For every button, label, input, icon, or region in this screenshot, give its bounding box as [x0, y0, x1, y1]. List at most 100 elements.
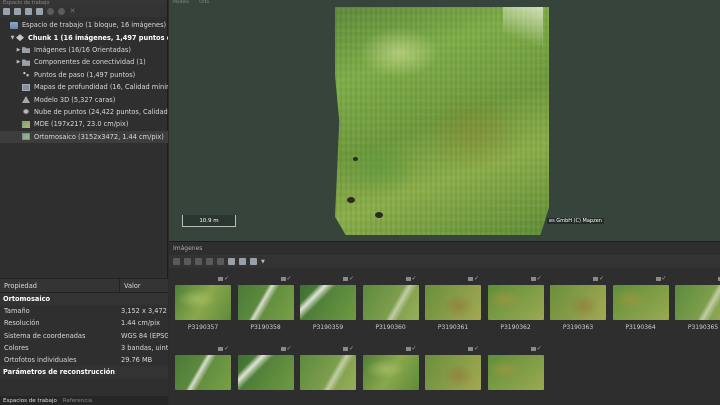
add-chunk-icon[interactable] [3, 8, 10, 15]
tree-item[interactable]: Nube de puntos (24,422 puntos, Calidad m… [0, 106, 168, 118]
aligned-check-icon [280, 275, 292, 283]
orthomosaic-icon [22, 133, 30, 141]
remove-icon[interactable]: ✕ [69, 8, 76, 15]
tree-item-label: Ortomosaico (3152x3472, 1.44 cm/pix) [34, 132, 164, 141]
aligned-check-icon [468, 345, 479, 353]
enable-camera-icon[interactable] [173, 258, 180, 265]
point-cloud-icon [22, 108, 30, 116]
rotate-left-icon[interactable] [195, 258, 202, 265]
property-row[interactable]: Ortofotos individuales 29.76 MB [0, 354, 168, 366]
thumbnail-image [237, 355, 294, 390]
tree-item-label: Modelo 3D (5,327 caras) [34, 95, 116, 104]
thumbnail-image [362, 285, 419, 320]
image-thumbnail[interactable]: P3190363 [550, 275, 606, 331]
tree-item-label: MDE (197x217, 23.0 cm/pix) [34, 120, 129, 129]
aligned-check-icon [655, 275, 667, 283]
enable-icon[interactable] [47, 8, 54, 15]
map-attribution: es GmbH (C) Mapzen [547, 218, 604, 224]
image-thumbnail[interactable]: P3190357 [175, 275, 231, 331]
property-row[interactable]: Tamaño 3,152 x 3,472 [0, 305, 168, 317]
folder-icon [22, 59, 30, 66]
property-row[interactable]: Colores 3 bandas, uint [0, 342, 168, 354]
tree-item[interactable]: MDE (197x217, 23.0 cm/pix) [0, 118, 168, 130]
filter-icon[interactable] [228, 258, 235, 265]
tree-item[interactable]: Espacio de trabajo (1 bloque, 16 imágene… [0, 19, 168, 31]
thumbnail-grid: P3190357 P3190358 P3190359 P3190360 P3190361… [169, 272, 720, 405]
image-thumbnail[interactable]: P3190359 [300, 275, 356, 331]
property-name: Tamaño [4, 307, 30, 316]
properties-section-reconstruction: Parámetros de reconstrucción [0, 366, 168, 379]
chevron-right-icon[interactable]: ▶ [15, 47, 22, 53]
tab-ortho[interactable]: Orto [199, 0, 209, 5]
thumbnail-image [425, 355, 481, 390]
aligned-check-icon [218, 345, 229, 353]
tree-item[interactable]: ▼ Chunk 1 (16 imágenes, 1,497 puntos de p… [0, 31, 168, 43]
thumbnail-image [425, 285, 481, 320]
ortho-viewport[interactable]: Modelo Orto 10.9 m es GmbH (C) Mapzen [169, 0, 720, 241]
remove-camera-icon[interactable] [217, 258, 224, 265]
thumbnail-label: P3190364 [625, 324, 656, 331]
image-thumbnail[interactable] [362, 345, 419, 390]
thumbnail-image [487, 285, 544, 320]
value-column-header[interactable]: Valor [120, 282, 141, 290]
properties-rows: Tamaño 3,152 x 3,472 Resolución 1.44 cm/pix… [0, 305, 168, 366]
save-icon[interactable] [36, 8, 43, 15]
aligned-check-icon [530, 275, 542, 283]
property-row[interactable]: Sistema de coordenadas WGS 84 (EPSG [0, 330, 168, 342]
tree-item[interactable]: Puntos de paso (1,497 puntos) [0, 69, 168, 81]
workspace-icon [10, 21, 18, 29]
orthomosaic-rock [353, 157, 358, 161]
image-thumbnail[interactable]: P3190365 [675, 275, 720, 331]
disable-icon[interactable] [58, 8, 65, 15]
property-row[interactable]: Resolución 1.44 cm/pix [0, 317, 168, 329]
image-thumbnail[interactable]: P3190361 [425, 275, 481, 331]
property-name: Colores [4, 343, 29, 352]
tab-model[interactable]: Modelo [173, 0, 189, 5]
orthomosaic-path-area [503, 7, 543, 52]
chevron-down-icon[interactable]: ▼ [261, 259, 265, 265]
thumbnail-image [675, 285, 720, 320]
show-masks-icon[interactable] [239, 258, 246, 265]
image-thumbnail[interactable]: P3190360 [362, 275, 419, 331]
image-thumbnail[interactable]: P3190358 [237, 275, 294, 331]
property-value: WGS 84 (EPSG [121, 331, 168, 340]
aligned-check-icon [405, 345, 417, 353]
tie-points-icon [22, 71, 30, 79]
image-thumbnail[interactable]: P3190364 [612, 275, 669, 331]
chevron-down-icon[interactable]: ▼ [9, 35, 16, 41]
add-photos-icon[interactable] [14, 8, 21, 15]
properties-header: Propiedad Valor [0, 278, 168, 293]
view-mode-icon[interactable] [250, 258, 257, 265]
property-value: 3 bandas, uint [121, 343, 168, 352]
tab-workspace[interactable]: Espacios de trabajo [3, 398, 57, 404]
left-panel-tabs: Espacios de trabajo Referencia [0, 396, 168, 405]
tab-reference[interactable]: Referencia [63, 398, 92, 404]
tree-item-label: Espacio de trabajo (1 bloque, 16 imágene… [22, 21, 167, 30]
image-thumbnail[interactable]: P3190362 [487, 275, 544, 331]
disable-camera-icon[interactable] [184, 258, 191, 265]
add-folder-icon[interactable] [25, 8, 32, 15]
image-thumbnail[interactable] [300, 345, 356, 390]
tree-item[interactable]: ▶ Componentes de conectividad (1) [0, 56, 168, 68]
depth-map-icon [22, 83, 30, 91]
image-thumbnail[interactable] [237, 345, 294, 390]
chevron-right-icon[interactable]: ▶ [15, 59, 22, 65]
thumbnail-label: P3190359 [312, 324, 344, 331]
mesh-icon [22, 96, 30, 104]
tree-item[interactable]: ▶ Imágenes (16/16 Orientadas) [0, 44, 168, 56]
thumbnail-image [612, 285, 669, 320]
thumbnail-image [550, 285, 606, 320]
tree-item[interactable]: Ortomosaico (3152x3472, 1.44 cm/pix) [0, 130, 168, 143]
image-thumbnail[interactable] [487, 345, 544, 390]
tree-item[interactable]: Mapas de profundidad (16, Calidad mínima… [0, 81, 168, 93]
thumbnail-label: P3190360 [375, 324, 406, 331]
workspace-toolbar: ✕ [0, 6, 167, 17]
workspace-tree: Espacio de trabajo (1 bloque, 16 imágene… [0, 19, 168, 143]
tree-item[interactable]: Modelo 3D (5,327 caras) [0, 93, 168, 105]
orthomosaic-image [335, 7, 549, 235]
workspace-panel: Espacio de trabajo ✕ Espacio de trabajo … [0, 0, 168, 405]
image-thumbnail[interactable] [175, 345, 231, 390]
rotate-right-icon[interactable] [206, 258, 213, 265]
property-column-header[interactable]: Propiedad [0, 282, 37, 290]
image-thumbnail[interactable] [425, 345, 481, 390]
